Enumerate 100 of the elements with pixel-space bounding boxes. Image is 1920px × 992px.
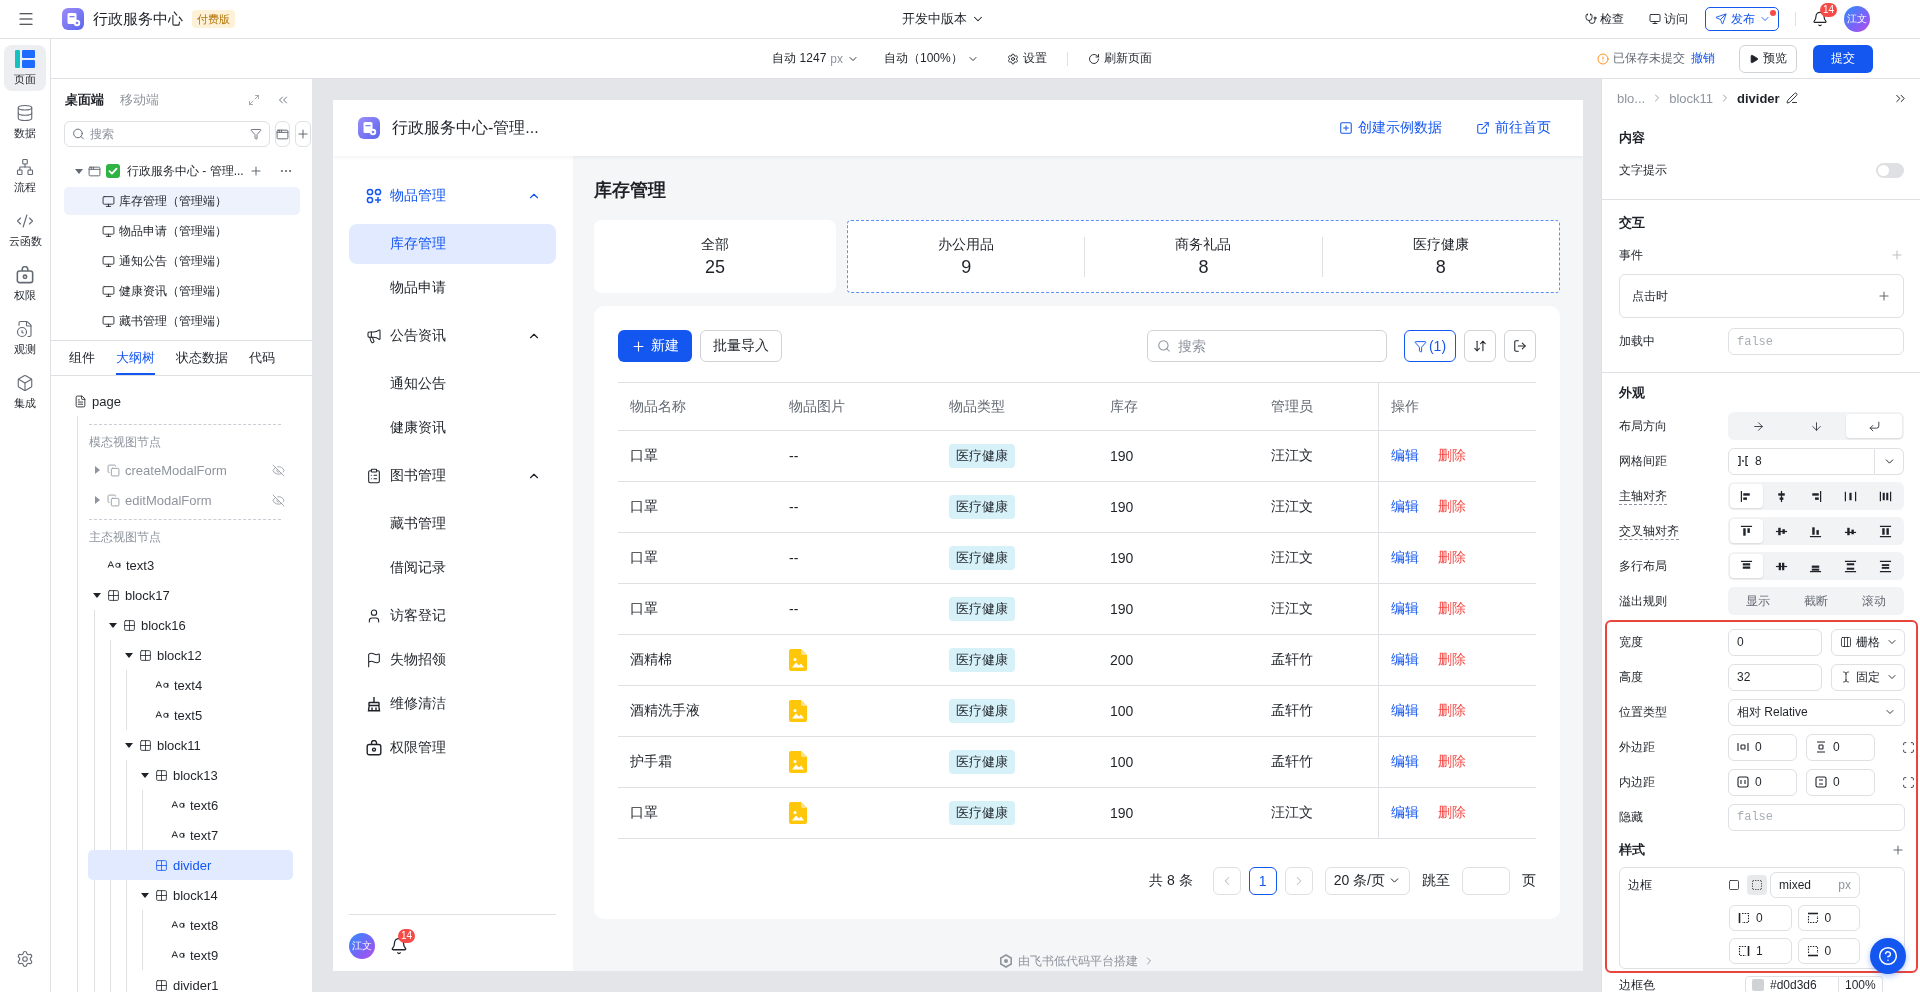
caret-right-icon[interactable] [93,496,101,504]
page-size-select[interactable]: 20 条/页 [1324,866,1410,895]
border-side-field[interactable]: 0 [1729,905,1792,931]
submit-button[interactable]: 提交 [1813,44,1873,73]
event-item[interactable]: 点击时 [1619,274,1904,318]
outline-node[interactable]: text8 [88,910,293,940]
unit-select[interactable]: 栅格 [1831,628,1905,656]
panel-tab[interactable]: 状态数据 [176,341,228,375]
header-link[interactable]: 前往首页 [1476,119,1551,137]
delete-link[interactable]: 删除 [1438,753,1466,771]
user-avatar[interactable]: 江文 [1844,6,1870,32]
delete-link[interactable]: 删除 [1438,549,1466,567]
refresh-button[interactable]: 刷新页面 [1087,50,1152,67]
header-link[interactable]: 创建示例数据 [1339,119,1442,137]
add-page-button[interactable] [275,121,290,147]
caret-down-icon[interactable] [125,651,133,659]
outline-node[interactable]: text7 [88,820,293,850]
menu-item[interactable]: 维修清洁 [349,684,556,724]
menu-item[interactable]: 权限管理 [349,728,556,768]
border-mode-option[interactable] [1747,875,1767,895]
menu-item[interactable]: 藏书管理 [349,504,556,544]
outline-node[interactable]: text5 [88,700,293,730]
page-jump-field[interactable] [1462,866,1510,895]
panel-tab[interactable]: 组件 [69,341,95,375]
edit-link[interactable]: 编辑 [1391,498,1419,516]
toggle-switch[interactable] [1876,162,1904,178]
delete-link[interactable]: 删除 [1438,702,1466,720]
search-field[interactable]: 搜索 [64,121,270,147]
outline-node[interactable]: block16 [88,610,293,640]
settings-button[interactable]: 设置 [1006,50,1047,67]
menu-group[interactable]: 物品管理 [349,176,556,216]
margin-field[interactable]: 0 [1728,733,1797,761]
version-dropdown[interactable]: 开发中版本 [902,10,985,28]
menu-item[interactable]: 健康资讯 [349,408,556,448]
outline-node[interactable]: block12 [88,640,293,670]
panel-tab[interactable]: 代码 [249,341,275,375]
sort-button[interactable] [1464,330,1496,362]
outline-node[interactable]: block14 [88,880,293,910]
outline-node[interactable]: block13 [88,760,293,790]
menu-icon[interactable] [17,10,35,28]
edit-link[interactable]: 编辑 [1391,702,1419,720]
border-color-field[interactable]: #d0d3d6 [1745,976,1839,992]
gap-field[interactable]: 8 [1728,447,1875,475]
delete-link[interactable]: 删除 [1438,498,1466,516]
loading-field[interactable]: false [1728,328,1904,355]
edit-link[interactable]: 编辑 [1391,651,1419,669]
menu-item[interactable]: 物品申请 [349,268,556,308]
page-item[interactable]: 物品申请（管理端） [64,217,300,245]
caret-down-icon[interactable] [141,891,149,899]
caret-down-icon[interactable] [141,771,149,779]
publish-button[interactable]: 发布 [1705,7,1779,31]
panel-tab[interactable]: 大纲树 [116,341,155,375]
edit-link[interactable]: 编辑 [1391,549,1419,567]
outline-node[interactable]: block17 [88,580,293,610]
filter-icon[interactable] [250,128,262,140]
menu-item[interactable]: 失物招领 [349,640,556,680]
size-field[interactable]: 0 [1728,628,1822,656]
delete-link[interactable]: 删除 [1438,447,1466,465]
delete-link[interactable]: 删除 [1438,600,1466,618]
padding-field[interactable]: 0 [1728,768,1797,796]
edit-link[interactable]: 编辑 [1391,447,1419,465]
align-option[interactable] [1730,554,1763,578]
outline-node[interactable]: text9 [88,940,293,970]
create-button[interactable]: 新建 [618,330,692,362]
edit-link[interactable]: 编辑 [1391,804,1419,822]
outline-node[interactable]: block11 [88,730,293,760]
scan-icon[interactable] [1902,740,1915,754]
outline-node[interactable]: divider1 [88,970,293,992]
size-field[interactable]: 32 [1728,663,1822,691]
menu-group[interactable]: 公告资讯 [349,316,556,356]
edit-link[interactable]: 编辑 [1391,600,1419,618]
export-button[interactable] [1504,330,1536,362]
width-dropdown[interactable]: 自动 1247 px [772,50,859,67]
border-side-field[interactable]: 0 [1797,905,1860,931]
outline-node[interactable]: text3 [88,550,293,580]
border-side-field[interactable]: 0 [1797,938,1860,964]
padding-field[interactable]: 0 [1806,768,1875,796]
nav-item[interactable]: 权限 [4,261,46,307]
overflow-option[interactable]: 截断 [1788,589,1844,613]
edit-icon[interactable] [1785,92,1798,104]
caret-down-icon[interactable] [125,741,133,749]
nav-item[interactable]: 数据 [4,99,46,145]
overflow-option[interactable]: 滚动 [1846,589,1902,613]
margin-field[interactable]: 0 [1806,733,1875,761]
scan-icon[interactable] [1902,775,1915,789]
search-field[interactable]: 搜索 [1147,330,1387,362]
menu-group[interactable]: 图书管理 [349,456,556,496]
app-node[interactable]: 行政服务中心 - 管理... [64,156,300,186]
outline-node[interactable]: divider [88,850,293,880]
delete-link[interactable]: 删除 [1438,804,1466,822]
import-button[interactable]: 批量导入 [700,330,782,362]
edit-link[interactable]: 编辑 [1391,753,1419,771]
menu-item[interactable]: 通知公告 [349,364,556,404]
platform-tab[interactable]: 桌面端 [65,91,104,109]
position-select[interactable]: 相对 Relative [1728,698,1905,726]
bell-icon[interactable] [1812,11,1828,27]
align-option[interactable] [1730,519,1763,543]
menu-item[interactable]: 访客登记 [349,596,556,636]
align-option[interactable] [1730,484,1763,508]
page-item[interactable]: 库存管理（管理端） [64,187,300,215]
